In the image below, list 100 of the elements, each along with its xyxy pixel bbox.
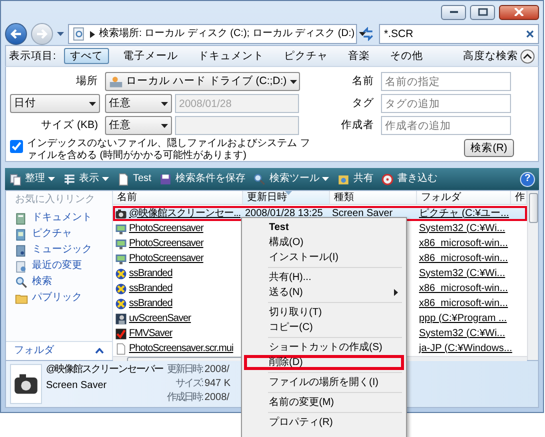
search-folder-icon [72, 27, 86, 41]
maximize-button[interactable] [470, 4, 495, 20]
menu-item[interactable]: 共有(H)... [244, 270, 404, 285]
file-name[interactable]: FMVSaver [129, 328, 172, 340]
field-label: タグ [351, 97, 375, 110]
folder-link[interactable]: ppp (C:¥Program ... [419, 312, 507, 324]
search-button[interactable]: 検索(R) [464, 139, 514, 157]
advanced-search-button[interactable]: 高度な検索 [463, 48, 535, 64]
floppy-icon [159, 172, 172, 186]
detail-value: 947 K [204, 378, 231, 390]
vertical-scrollbar[interactable] [527, 191, 538, 360]
column-header[interactable]: 種類 [330, 191, 417, 204]
file-name[interactable]: ssBranded [129, 282, 172, 294]
folder-link[interactable]: x86_microsoft-win... [419, 238, 508, 250]
nav-link[interactable]: 最近の変更 [6, 258, 112, 274]
file-name[interactable]: @映像館スクリーンセー... [129, 208, 240, 220]
scrollbar-thumb[interactable] [528, 193, 538, 223]
menu-item[interactable]: 切り取り(T) [244, 305, 404, 320]
modified-date: 2008/01/28 13:25 [245, 208, 323, 220]
search-field[interactable]: *.SCR [379, 24, 539, 44]
file-name[interactable]: PhotoScreensaver [129, 252, 204, 264]
help-button[interactable]: ? [520, 172, 535, 186]
filter-label: 表示項目: [9, 50, 56, 62]
forward-arrow-icon [36, 29, 48, 39]
folder-link[interactable]: x86_microsoft-win... [419, 282, 508, 294]
refresh-button[interactable] [361, 27, 375, 41]
toolbar-button[interactable]: 表示 [63, 172, 109, 186]
folder-link[interactable]: x86_microsoft-win... [419, 252, 508, 264]
folder-link[interactable]: System32 (C:¥Wi... [419, 222, 506, 234]
nav-link[interactable]: ドキュメント [6, 210, 112, 226]
back-button[interactable] [5, 23, 27, 45]
field-label: 作成者 [340, 119, 375, 132]
caret-icon [322, 177, 330, 181]
minimize-button[interactable] [441, 4, 466, 20]
nav-link[interactable]: ミュージック [6, 242, 112, 258]
menu-item[interactable]: インストール(I) [244, 250, 404, 265]
filter-tab[interactable]: 音楽 [342, 48, 376, 64]
share-icon [337, 172, 350, 186]
file-name[interactable]: ssBranded [129, 268, 172, 280]
filter-tab[interactable]: ドキュメント [192, 48, 270, 64]
text-field[interactable]: 名前の指定 [381, 72, 511, 91]
file-name[interactable]: PhotoScreensaver.scr.mui [129, 342, 234, 354]
menu-item[interactable]: 削除(D) [244, 355, 404, 370]
nav-link[interactable]: ピクチャ [6, 226, 112, 242]
filter-tab[interactable]: その他 [384, 48, 429, 64]
detail-label: 作成日時: [167, 392, 202, 404]
camera-icon [115, 208, 127, 220]
clear-icon[interactable] [526, 30, 534, 38]
caret-icon [102, 177, 109, 181]
nav-link[interactable]: 検索 [6, 274, 112, 290]
folder-link[interactable]: ja-JP (C:¥Windows... [419, 342, 512, 354]
toolbar-button[interactable]: 書き込む [381, 172, 438, 186]
folders-button[interactable]: フォルダ [6, 341, 112, 360]
folder-link[interactable]: ピクチャ (C:¥ユー... [419, 208, 510, 220]
checkbox[interactable] [10, 140, 23, 153]
caret-icon [48, 177, 55, 181]
file-name[interactable]: PhotoScreensaver [129, 222, 204, 234]
location-dropdown[interactable]: ローカル ハード ドライブ (C:;D:) [105, 72, 300, 91]
filter-tab[interactable]: すべて [64, 48, 109, 64]
toolbar-button[interactable]: 検索ツール [253, 172, 330, 186]
filter-tab[interactable]: ピクチャ [278, 48, 334, 64]
text-field[interactable]: 作成者の追加 [381, 116, 511, 135]
file-name[interactable]: ssBranded [129, 298, 172, 310]
file-name[interactable]: PhotoScreensaver [129, 238, 204, 250]
dropdown-caret-icon [358, 32, 366, 36]
back-arrow-icon [10, 29, 22, 39]
grid-icon [63, 172, 76, 186]
menu-item[interactable]: 構成(O) [244, 235, 404, 250]
column-header[interactable]: フォルダ [417, 191, 511, 204]
cross-ball-icon [115, 268, 127, 280]
toolbar-button[interactable]: 整理 [9, 172, 55, 186]
menu-item[interactable]: プロパティ(R) [244, 415, 404, 430]
close-button[interactable] [499, 4, 539, 20]
pages-icon [9, 172, 22, 186]
menu-item[interactable]: ショートカットの作成(S) [244, 340, 404, 355]
folder-link[interactable]: System32 (C:¥Wi... [419, 328, 506, 340]
column-header[interactable]: 更新日時 [243, 191, 330, 204]
folder-link[interactable]: x86_microsoft-win... [419, 298, 508, 310]
toolbar-button[interactable]: Test [117, 172, 152, 186]
folder-link[interactable]: System32 (C:¥Wi... [419, 268, 506, 280]
menu-item[interactable]: ファイルの場所を開く(I) [244, 375, 404, 390]
nav-link[interactable]: パブリック [6, 290, 112, 306]
cross-ball-icon [115, 298, 127, 310]
menu-item[interactable]: Test [244, 220, 404, 235]
menu-item[interactable]: 名前の変更(M) [244, 395, 404, 410]
details-title: @映像館スクリーンセーバー [46, 364, 164, 376]
toolbar-button[interactable]: 共有 [337, 172, 374, 186]
details-type: Screen Saver [46, 380, 108, 392]
filter-tab[interactable]: 電子メール [116, 48, 184, 64]
field-label: 名前 [351, 75, 375, 88]
file-name[interactable]: uvScreenSaver [129, 312, 191, 324]
chevron-up-icon [95, 348, 104, 354]
menu-item[interactable]: 送る(N) [244, 285, 404, 300]
detail-label: サイズ: [174, 378, 202, 390]
monitor-icon [115, 252, 127, 264]
toolbar-button[interactable]: 検索条件を保存 [159, 172, 246, 186]
text-field[interactable]: タグの追加 [381, 94, 511, 113]
detail-value: 2008/ [204, 364, 230, 376]
history-dropdown-button[interactable] [57, 32, 64, 36]
menu-item[interactable]: コピー(C) [244, 320, 404, 335]
